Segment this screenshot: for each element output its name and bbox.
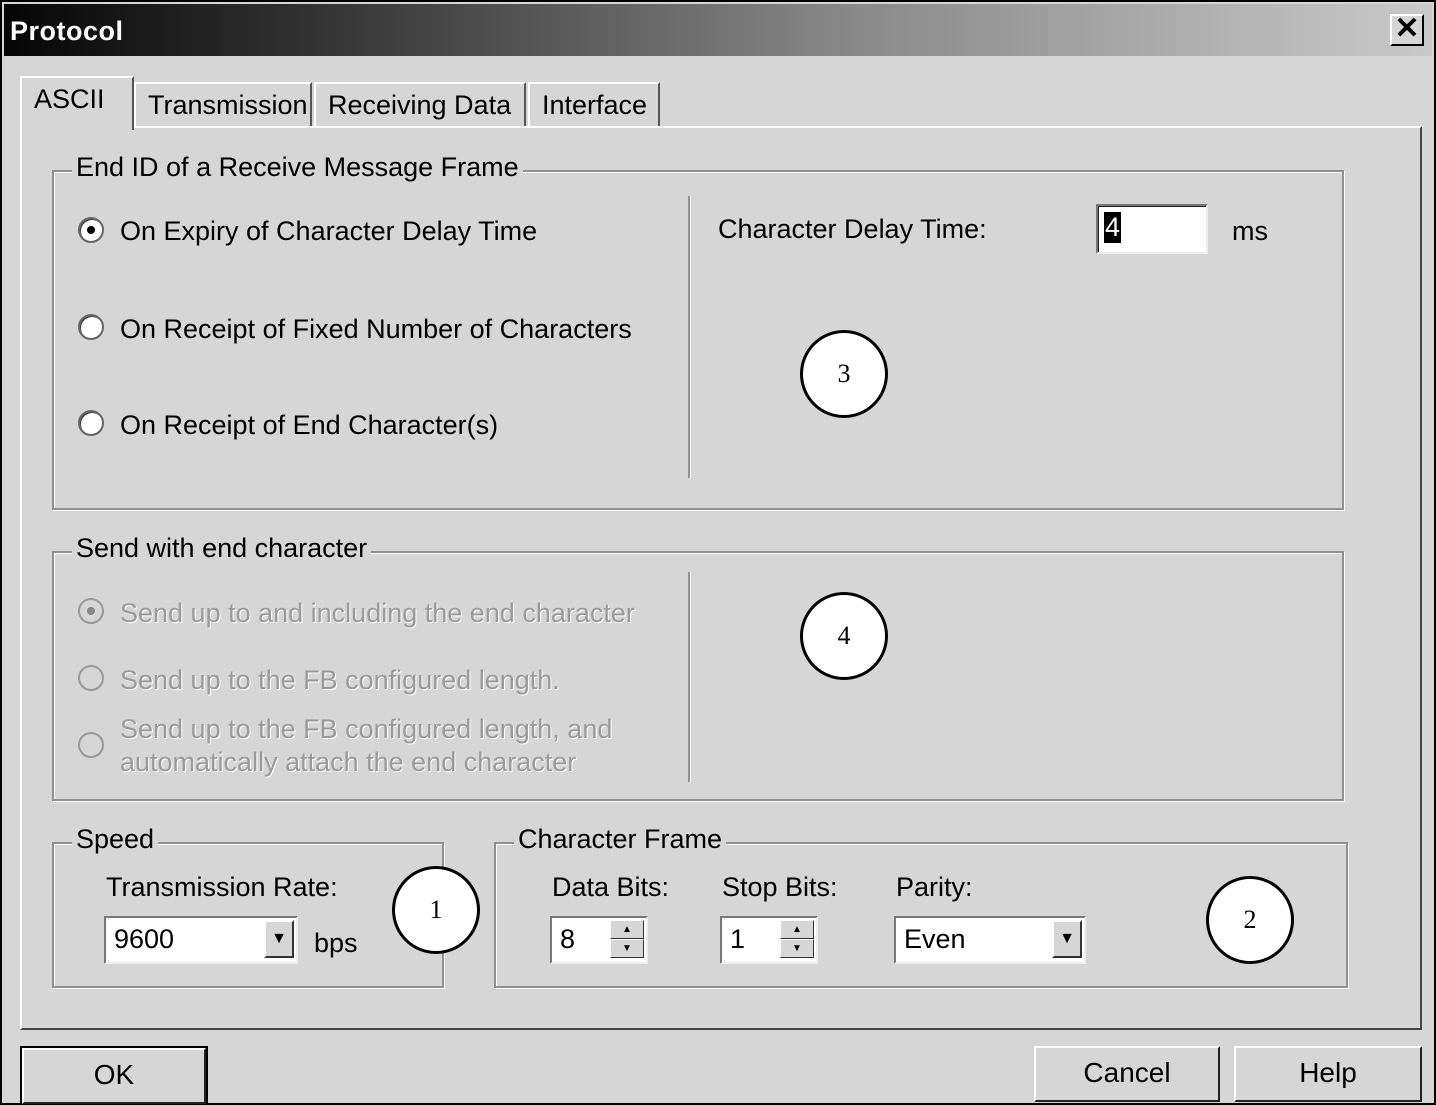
title-bar[interactable]: Protocol ✕ bbox=[4, 4, 1432, 56]
transmission-rate-label: Transmission Rate: bbox=[106, 872, 338, 902]
end-id-divider bbox=[688, 196, 691, 478]
tab-transmission-label: Transmission bbox=[148, 90, 308, 120]
radio-send-including-end-label: Send up to and including the end charact… bbox=[120, 598, 635, 628]
parity-select[interactable]: Even ▼ bbox=[894, 916, 1086, 964]
radio-send-fb-length-label: Send up to the FB configured length. bbox=[120, 665, 560, 695]
transmission-rate-unit: bps bbox=[314, 928, 358, 958]
spin-down-icon[interactable]: ▼ bbox=[610, 939, 644, 958]
parity-value: Even bbox=[904, 924, 966, 954]
protocol-dialog: Protocol ✕ ASCII Transmission Receiving … bbox=[0, 0, 1436, 1105]
window-title: Protocol bbox=[10, 16, 124, 46]
callout-4: 4 bbox=[800, 592, 888, 680]
transmission-rate-select[interactable]: 9600 ▼ bbox=[104, 916, 298, 964]
data-bits-label: Data Bits: bbox=[552, 872, 670, 902]
tab-interface-label: Interface bbox=[542, 90, 648, 120]
spin-down-icon[interactable]: ▼ bbox=[780, 939, 814, 958]
cancel-button[interactable]: Cancel bbox=[1034, 1046, 1220, 1102]
tab-interface[interactable]: Interface bbox=[528, 82, 660, 128]
chevron-down-icon[interactable]: ▼ bbox=[264, 920, 294, 958]
callout-1: 1 bbox=[392, 866, 480, 954]
char-delay-unit: ms bbox=[1232, 216, 1268, 246]
char-delay-label: Character Delay Time: bbox=[718, 214, 987, 244]
tab-receiving-data-label: Receiving Data bbox=[328, 90, 512, 120]
radio-end-characters-label: On Receipt of End Character(s) bbox=[120, 410, 499, 440]
radio-send-fb-length-attach-line2: automatically attach the end character bbox=[120, 747, 577, 777]
tab-receiving-data[interactable]: Receiving Data bbox=[314, 82, 526, 128]
tab-ascii[interactable]: ASCII bbox=[20, 76, 134, 130]
spin-up-icon[interactable]: ▲ bbox=[610, 920, 644, 939]
tab-ascii-label: ASCII bbox=[34, 84, 105, 114]
radio-send-fb-length-attach[interactable] bbox=[78, 732, 104, 758]
tab-transmission[interactable]: Transmission bbox=[134, 82, 312, 128]
radio-fixed-number-label: On Receipt of Fixed Number of Characters bbox=[120, 314, 632, 344]
char-delay-value: 4 bbox=[1104, 212, 1122, 243]
stop-bits-label: Stop Bits: bbox=[722, 872, 838, 902]
close-button[interactable]: ✕ bbox=[1390, 14, 1424, 46]
char-delay-input[interactable]: 4 bbox=[1096, 204, 1208, 254]
callout-2: 2 bbox=[1206, 876, 1294, 964]
send-divider bbox=[688, 572, 691, 782]
callout-3: 3 bbox=[800, 330, 888, 418]
character-frame-group-legend: Character Frame bbox=[514, 824, 727, 855]
data-bits-spinner[interactable]: 8 ▲ ▼ bbox=[550, 916, 648, 964]
speed-group-legend: Speed bbox=[72, 824, 159, 855]
end-id-group-legend: End ID of a Receive Message Frame bbox=[72, 152, 523, 183]
stop-bits-value: 1 bbox=[730, 924, 746, 954]
radio-char-delay[interactable] bbox=[78, 217, 104, 243]
radio-fixed-number[interactable] bbox=[78, 314, 104, 340]
radio-char-delay-label: On Expiry of Character Delay Time bbox=[120, 216, 538, 246]
chevron-down-icon[interactable]: ▼ bbox=[1052, 920, 1082, 958]
transmission-rate-value: 9600 bbox=[114, 924, 175, 954]
speed-group: Speed bbox=[52, 824, 444, 988]
ok-button[interactable]: OK bbox=[20, 1046, 208, 1105]
stop-bits-spinner[interactable]: 1 ▲ ▼ bbox=[720, 916, 818, 964]
radio-send-fb-length[interactable] bbox=[78, 665, 104, 691]
send-end-char-group-legend: Send with end character bbox=[72, 533, 372, 564]
radio-send-including-end[interactable] bbox=[78, 598, 104, 624]
radio-end-characters[interactable] bbox=[78, 410, 104, 436]
parity-label: Parity: bbox=[896, 872, 973, 902]
radio-send-fb-length-attach-line1: Send up to the FB configured length, and bbox=[120, 714, 613, 744]
data-bits-value: 8 bbox=[560, 924, 576, 954]
spin-up-icon[interactable]: ▲ bbox=[780, 920, 814, 939]
help-button[interactable]: Help bbox=[1234, 1046, 1422, 1102]
